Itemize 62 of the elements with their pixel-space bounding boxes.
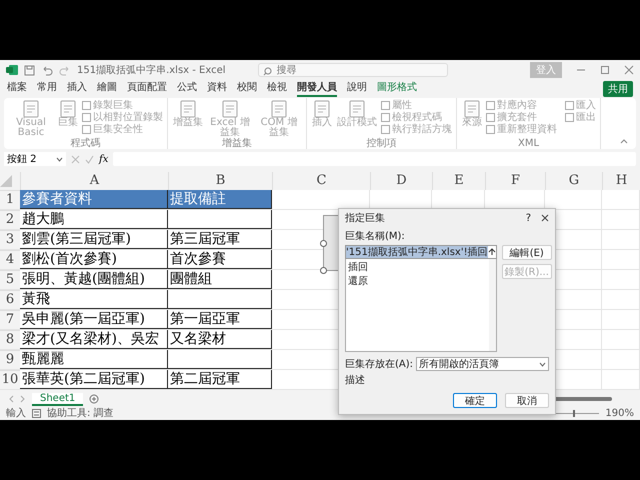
table-cell: 第三屆冠軍 [168,230,272,249]
insert-function-button[interactable]: fx [99,154,108,165]
table-cell: 第二屆冠軍 [168,370,272,389]
table-cell: 劉雲(第三屆冠軍) [20,230,168,249]
group-label: 程式碼 [70,138,100,149]
table-cell: 張明、黃越(團體組) [20,270,168,289]
ribbon-tab[interactable]: 插入 [67,80,87,98]
macro-name-field[interactable]: '151擷取括弧中字串.xlsx'!插回 [345,245,497,259]
macro-list-item[interactable]: 插回 [348,260,368,274]
table-cell: 第一屆亞軍 [168,310,272,329]
accessibility-status[interactable]: 協助工具: 調查 [47,406,114,420]
column-header[interactable]: E [454,173,464,188]
ribbon-tab[interactable]: 常用 [37,80,57,98]
dialog-title: 指定巨集 [345,212,385,225]
table-cell: 團體組 [168,270,272,289]
group-label: 控制項 [366,138,396,149]
group-label: 增益集 [222,138,252,149]
table-cell: 張華英(第二屆冠軍) [20,370,168,389]
ok-button[interactable]: 確定 [453,393,497,408]
field-label: 描述 [345,374,365,387]
field-label: 巨集存放在(A): [345,358,414,371]
table-cell: 首次參賽 [168,250,272,269]
ribbon-tab[interactable]: 校閱 [237,80,257,98]
group-label: XML [518,138,540,149]
ribbon-tab[interactable]: 公式 [177,80,197,98]
table-cell: 趙大鵬 [20,210,168,229]
table-cell: 提取備註 [168,190,272,209]
macro-list-item[interactable]: 還原 [348,274,368,288]
sheet-tab[interactable]: Sheet1 [32,392,84,406]
column-header[interactable]: H [616,173,628,188]
name-box[interactable]: 按鈕 2 [4,152,66,166]
help-button[interactable]: ? [526,212,531,224]
window-title: 151擷取括弧中字串.xlsx - Excel [77,64,226,78]
macro-list[interactable]: 插回 還原 [345,259,497,352]
column-header[interactable]: F [510,173,520,188]
zoom-level[interactable]: 190% [605,408,634,419]
column-header[interactable]: C [316,173,326,188]
share-button[interactable]: 共用 [603,80,633,97]
column-header[interactable]: G [568,173,580,188]
field-label: 巨集名稱(M): [345,230,405,243]
ribbon-tab[interactable]: 資料 [207,80,227,98]
table-cell: 吳申麗(第一屆亞軍) [20,310,168,329]
ribbon-tab[interactable]: 檢視 [267,80,287,98]
table-cell: 黃飛 [20,290,168,309]
table-cell: 劉松(首次參賽) [20,250,168,269]
edit-button[interactable]: 編輯(E) [502,245,552,260]
store-dropdown[interactable]: 所有開啟的活頁簿 [416,357,549,371]
ribbon-tab[interactable]: 說明 [347,80,367,98]
ribbon-tab[interactable]: 繪圖 [97,80,117,98]
ribbon-tab[interactable]: 檔案 [7,80,27,98]
column-header[interactable]: B [216,173,226,188]
table-cell: 甄麗麗 [20,350,168,369]
column-header[interactable]: D [396,173,407,188]
table-cell: 梁才(又名梁材)、吳宏 [20,330,168,349]
cancel-button[interactable]: 取消 [505,393,549,408]
table-cell: 又名梁材 [168,330,272,349]
ribbon-tab[interactable]: 圖形格式 [377,80,417,98]
ribbon-tab[interactable]: 頁面配置 [127,80,167,98]
table-cell: 參賽者資料 [20,190,168,209]
status-mode: 輸入 [6,406,26,420]
column-header[interactable]: A [90,173,100,188]
search-field[interactable]: 搜尋 [258,63,448,78]
